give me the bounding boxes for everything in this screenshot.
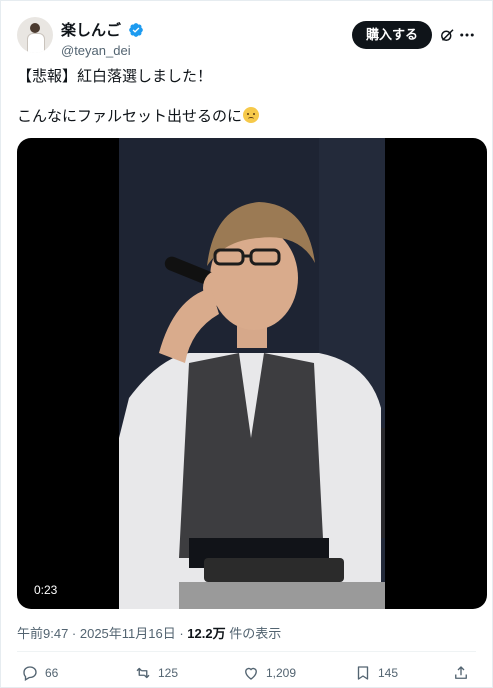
action-bar: 66 125 1,209 145 (17, 663, 476, 683)
like-button[interactable]: 1,209 (242, 663, 296, 683)
tweet-text-line2-content: こんなにファルセット出せるのに (17, 108, 243, 125)
retweet-icon (136, 667, 150, 679)
reply-icon (23, 666, 37, 681)
reply-count: 66 (45, 666, 59, 680)
video-frame[interactable] (119, 138, 385, 609)
reply-button[interactable]: 66 (21, 663, 58, 683)
buy-button[interactable]: 購入する (351, 21, 432, 49)
tweet-card: 楽しんご @teyan_dei 購入する 【悲報】紅白落選しました！ こんなにフ… (0, 0, 493, 688)
share-button[interactable] (452, 663, 476, 683)
tweet-text-line1: 【悲報】紅白落選しました！ (17, 68, 213, 85)
retweet-button[interactable]: 125 (134, 663, 178, 683)
heart-icon (245, 667, 257, 680)
divider (17, 651, 476, 652)
verified-badge-icon (129, 22, 144, 37)
author-info: 楽しんご @teyan_dei (61, 19, 144, 58)
bookmark-count: 145 (378, 666, 399, 680)
tweet-header: 楽しんご @teyan_dei 購入する (17, 13, 476, 58)
avatar-head (30, 23, 40, 33)
video-player[interactable]: 0:23 (17, 138, 487, 609)
bookmark-icon (357, 666, 369, 680)
tweet-meta: 午前9:47 · 2025年11月16日 · 12.2万 件の表示 (17, 623, 281, 642)
more-icon[interactable] (458, 26, 476, 44)
video-duration: 0:23 (29, 581, 63, 599)
view-count: 12.2万 (187, 626, 226, 641)
share-icon (455, 666, 467, 679)
avatar[interactable] (17, 17, 53, 53)
tweet-text-line2: こんなにファルセット出せるのに (17, 107, 457, 127)
grok-icon[interactable] (438, 26, 456, 44)
avatar-body (27, 33, 45, 53)
retweet-count: 125 (158, 666, 179, 680)
view-label: 件の表示 (229, 626, 282, 641)
display-name[interactable]: 楽しんご (61, 19, 121, 40)
like-count: 1,209 (266, 666, 297, 680)
handle[interactable]: @teyan_dei (61, 43, 144, 58)
smiling-face-with-tear-emoji-icon (243, 107, 260, 123)
timestamp[interactable]: 午前9:47 · 2025年11月16日 · (17, 626, 184, 641)
bookmark-button[interactable]: 145 (354, 663, 398, 683)
